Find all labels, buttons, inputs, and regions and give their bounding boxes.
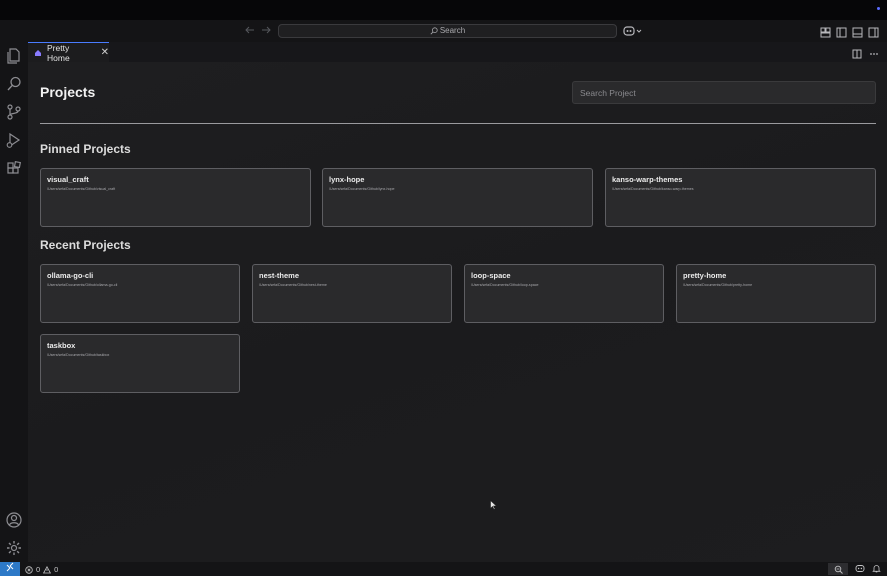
project-card[interactable]: lynx-hope /Users/sefa/Documents/Github/l…: [322, 168, 593, 227]
customize-layout-icon[interactable]: [820, 25, 831, 38]
project-name: kanso-warp-themes: [612, 175, 683, 184]
pretty-home-page: Projects Pinned Projects visual_craft /U…: [28, 62, 887, 562]
forward-arrow-icon[interactable]: [258, 23, 274, 39]
problems-indicator[interactable]: 0 0: [25, 565, 58, 574]
page-title: Projects: [40, 84, 96, 100]
project-path: /Users/sefa/Documents/Github/taskbox: [47, 353, 110, 357]
project-card[interactable]: kanso-warp-themes /Users/sefa/Documents/…: [605, 168, 876, 227]
project-name: taskbox: [47, 341, 76, 350]
editor-tab-bar: Pretty Home ✕: [28, 42, 887, 63]
status-bar: 0 0: [0, 562, 887, 576]
project-search-input[interactable]: [572, 81, 876, 104]
extensions-icon[interactable]: [5, 160, 23, 178]
copilot-status-icon[interactable]: [855, 564, 865, 575]
home-icon: [34, 49, 42, 57]
window-titlebar: [0, 0, 887, 20]
warning-icon: [43, 565, 52, 573]
explorer-icon[interactable]: [5, 47, 23, 65]
project-name: loop-space: [471, 271, 511, 280]
tab-label: Pretty Home: [47, 42, 70, 63]
command-bar: Search: [0, 20, 887, 42]
bell-icon[interactable]: [872, 564, 881, 575]
project-name: visual_craft: [47, 175, 89, 184]
error-icon: [25, 565, 33, 574]
accounts-icon[interactable]: [5, 511, 23, 529]
error-count: 0: [36, 565, 41, 574]
back-arrow-icon[interactable]: [242, 23, 258, 39]
project-card[interactable]: loop-space /Users/sefa/Documents/Github/…: [464, 264, 664, 323]
toggle-secondary-sidebar-icon[interactable]: [868, 25, 879, 38]
project-path: /Users/sefa/Documents/Github/visual_craf…: [47, 187, 116, 191]
project-card[interactable]: nest-theme /Users/sefa/Documents/Github/…: [252, 264, 452, 323]
activity-bar: [0, 42, 28, 562]
copilot-icon[interactable]: [623, 24, 643, 38]
project-name: lynx-hope: [329, 175, 365, 184]
mouse-cursor-icon: [490, 497, 498, 510]
project-path: /Users/sefa/Documents/Github/ollama-go-c…: [47, 283, 118, 287]
toggle-panel-icon[interactable]: [852, 25, 863, 38]
recent-projects-title: Recent Projects: [40, 238, 131, 252]
tab-pretty-home[interactable]: Pretty Home ✕: [28, 42, 109, 63]
warning-count: 0: [54, 565, 59, 574]
remote-icon[interactable]: [0, 562, 20, 576]
project-path: /Users/sefa/Documents/Github/pretty-home: [683, 283, 753, 287]
pinned-projects-title: Pinned Projects: [40, 142, 131, 156]
project-path: /Users/sefa/Documents/Github/lynx-hope: [329, 187, 395, 191]
source-control-icon[interactable]: [5, 103, 23, 121]
project-path: /Users/sefa/Documents/Github/kanso-warp-…: [612, 187, 694, 191]
command-center-label: Search: [439, 26, 466, 35]
toggle-primary-sidebar-icon[interactable]: [836, 25, 847, 38]
project-name: ollama-go-cli: [47, 271, 94, 280]
project-card[interactable]: visual_craft /Users/sefa/Documents/Githu…: [40, 168, 311, 227]
project-card[interactable]: pretty-home /Users/sefa/Documents/Github…: [676, 264, 876, 323]
search-icon: [430, 27, 438, 35]
command-center-search[interactable]: Search: [278, 24, 617, 38]
project-card[interactable]: taskbox /Users/sefa/Documents/Github/tas…: [40, 334, 240, 393]
project-name: nest-theme: [259, 271, 300, 280]
divider: [40, 123, 876, 124]
zoom-icon[interactable]: [828, 563, 848, 575]
notification-dot: [877, 7, 880, 10]
project-path: /Users/sefa/Documents/Github/nest-theme: [259, 283, 327, 287]
close-icon[interactable]: ✕: [101, 47, 109, 58]
gear-icon[interactable]: [5, 539, 23, 557]
project-path: /Users/sefa/Documents/Github/loop-space: [471, 283, 539, 287]
search-icon[interactable]: [5, 75, 23, 93]
project-name: pretty-home: [683, 271, 727, 280]
run-debug-icon[interactable]: [5, 131, 23, 149]
project-card[interactable]: ollama-go-cli /Users/sefa/Documents/Gith…: [40, 264, 240, 323]
